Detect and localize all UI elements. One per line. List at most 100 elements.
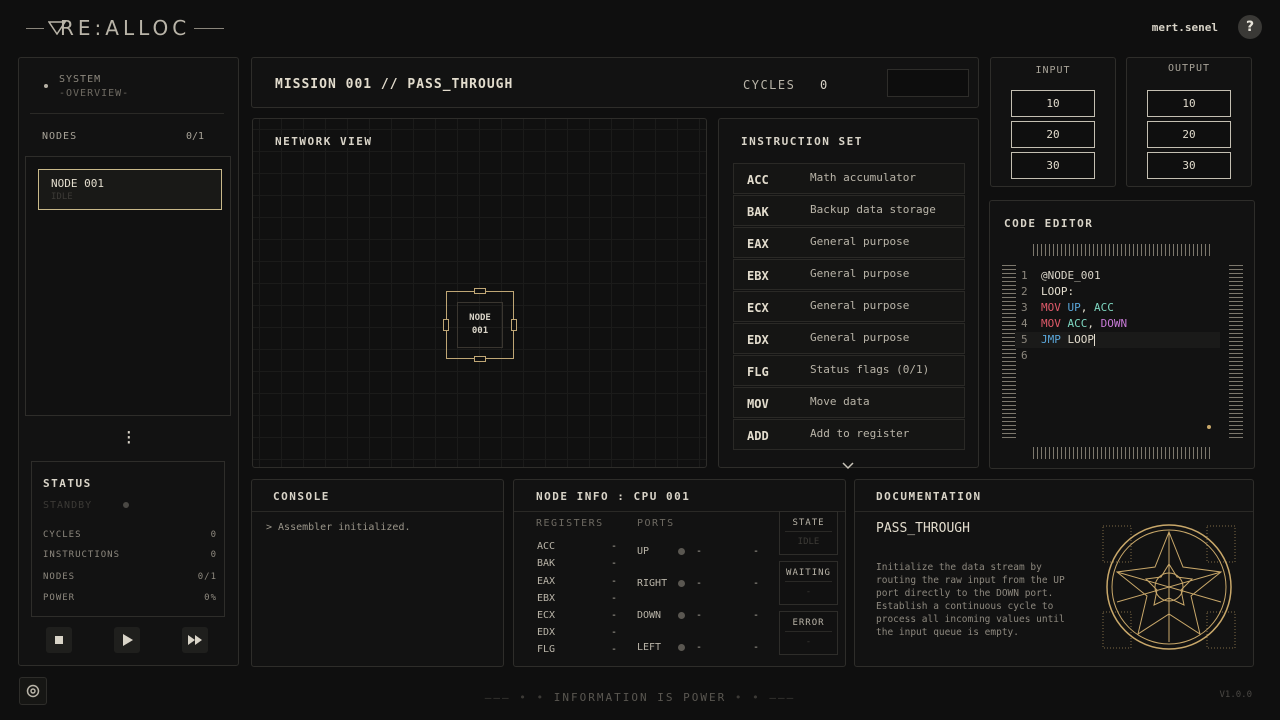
ports-label: PORTS <box>637 518 675 529</box>
fast-forward-button[interactable] <box>182 627 208 653</box>
documentation-panel: DOCUMENTATION PASS_THROUGH Initialize th… <box>854 479 1254 667</box>
cycles-value: 0 <box>820 78 828 92</box>
status-panel: STATUS STANDBY CYCLES 0 INSTRUCTIONS 0 NOD… <box>31 461 225 617</box>
documentation-title: PASS_THROUGH <box>876 521 970 536</box>
register-eax: EAX - <box>537 576 617 587</box>
input-value: 20 <box>1011 121 1095 148</box>
port-up: UP - - <box>637 546 760 557</box>
status-row-cycles: CYCLES 0 <box>43 530 217 540</box>
cycles-progress-box <box>887 69 969 97</box>
code-line: 6 <box>1021 349 1028 362</box>
instruction-ebx[interactable]: EBX General purpose <box>733 259 965 290</box>
port-status-icon <box>678 644 685 651</box>
node-info-panel: NODE INFO : CPU 001 REGISTERS PORTS ACC -… <box>513 479 846 667</box>
port-down-icon <box>474 356 486 362</box>
registers-label: REGISTERS <box>536 518 604 529</box>
more-options-icon[interactable]: · · · <box>124 425 134 451</box>
code-line: 2 LOOP: <box>1021 285 1075 298</box>
output-value: 20 <box>1147 121 1231 148</box>
register-edx: EDX - <box>537 627 617 638</box>
overview-label: -OVERVIEW- <box>59 88 130 99</box>
network-view[interactable]: NETWORK VIEW NODE 001 <box>252 118 707 468</box>
port-right-icon <box>511 319 517 331</box>
editor-frame-top <box>1033 244 1213 256</box>
code-line: 1 @NODE_001 <box>1021 269 1101 282</box>
waiting-box: WAITING - <box>779 561 838 605</box>
network-view-label: NETWORK VIEW <box>275 135 373 148</box>
register-ecx: ECX - <box>537 610 617 621</box>
status-title: STATUS <box>43 477 92 490</box>
network-node-001[interactable]: NODE 001 <box>443 288 517 362</box>
documentation-body: Initialize the data stream by routing th… <box>876 562 1065 638</box>
register-flg: FLG - <box>537 644 617 655</box>
status-row-power: POWER 0% <box>43 593 217 603</box>
port-status-icon <box>678 580 685 587</box>
code-line-current: 5 JMP LOOP <box>1015 332 1220 348</box>
port-status-icon <box>678 548 685 555</box>
output-panel: OUTPUT 10 20 30 <box>1126 57 1252 187</box>
output-label: OUTPUT <box>1167 63 1211 74</box>
register-ebx: EBX - <box>537 593 617 604</box>
console-label: CONSOLE <box>273 490 330 503</box>
node-card-001[interactable]: NODE 001 IDLE <box>38 169 222 210</box>
status-row-instructions: INSTRUCTIONS 0 <box>43 550 217 560</box>
port-up-icon <box>474 288 486 294</box>
stop-icon <box>55 636 63 644</box>
username[interactable]: mert.senel <box>1152 21 1218 34</box>
status-state: STANDBY <box>43 500 93 511</box>
instruction-ecx[interactable]: ECX General purpose <box>733 291 965 322</box>
nodes-count: 0/1 <box>186 131 205 142</box>
instruction-acc[interactable]: ACC Math accumulator <box>733 163 965 194</box>
stop-button[interactable] <box>46 627 72 653</box>
instruction-edx[interactable]: EDX General purpose <box>733 323 965 354</box>
node-info-label: NODE INFO : CPU 001 <box>536 490 691 503</box>
input-label: INPUT <box>1035 65 1071 76</box>
node-card-state: IDLE <box>51 192 73 202</box>
bullet-icon <box>44 84 48 88</box>
register-bak: BAK - <box>537 558 617 569</box>
divider <box>855 511 1253 512</box>
error-box: ERROR - <box>779 611 838 655</box>
footer-motto: ——— • • INFORMATION IS POWER • • ——— <box>484 691 796 704</box>
port-left-icon <box>443 319 449 331</box>
play-icon <box>123 634 133 646</box>
mission-bar: MISSION 001 // PASS_THROUGH CYCLES 0 <box>251 57 979 108</box>
node-list: NODE 001 IDLE <box>25 156 231 416</box>
fast-forward-icon <box>188 635 202 645</box>
network-node-label: NODE 001 <box>457 302 503 348</box>
editor-frame-left <box>1002 263 1016 438</box>
output-value: 30 <box>1147 152 1231 179</box>
instruction-add[interactable]: ADD Add to register <box>733 419 965 450</box>
instruction-mov[interactable]: MOV Move data <box>733 387 965 418</box>
port-left: LEFT - - <box>637 642 760 653</box>
code-input[interactable]: 1 @NODE_001 2 LOOP: 3 MOV UP, ACC 4 MOV ACC,… <box>1015 268 1220 388</box>
instruction-eax[interactable]: EAX General purpose <box>733 227 965 258</box>
instruction-flg[interactable]: FLG Status flags (0/1) <box>733 355 965 386</box>
editor-frame-bottom <box>1033 447 1213 459</box>
chevron-down-icon[interactable] <box>842 462 854 473</box>
play-button[interactable] <box>114 627 140 653</box>
system-overview-link[interactable]: SYSTEM -OVERVIEW- <box>30 68 224 114</box>
documentation-label: DOCUMENTATION <box>876 490 982 503</box>
app-title: RE:ALLOC <box>60 16 191 40</box>
port-right: RIGHT - - <box>637 578 760 589</box>
status-row-nodes: NODES 0/1 <box>43 572 217 582</box>
input-value: 30 <box>1011 152 1095 179</box>
code-line: 3 MOV UP, ACC <box>1021 301 1114 314</box>
console-message: > Assembler initialized. <box>266 522 411 533</box>
instruction-set-panel: INSTRUCTION SET ACC Math accumulator BAK B… <box>718 118 979 468</box>
divider <box>252 511 503 512</box>
nodes-label: NODES <box>42 131 78 142</box>
system-label: SYSTEM <box>59 74 102 85</box>
console-panel: CONSOLE > Assembler initialized. <box>251 479 504 667</box>
code-editor-label: CODE EDITOR <box>1004 217 1094 230</box>
cursor-indicator-icon <box>1207 425 1211 429</box>
port-down: DOWN - - <box>637 610 760 621</box>
code-editor-panel: CODE EDITOR 1 @NODE_001 2 LOOP: 3 MOV UP, A… <box>989 200 1255 469</box>
help-button[interactable]: ? <box>1238 15 1262 39</box>
instruction-bak[interactable]: BAK Backup data storage <box>733 195 965 226</box>
node-card-name: NODE 001 <box>51 177 104 190</box>
mission-title: MISSION 001 // PASS_THROUGH <box>275 77 514 92</box>
code-line: 4 MOV ACC, DOWN <box>1021 317 1128 330</box>
state-box: STATE IDLE <box>779 511 838 555</box>
